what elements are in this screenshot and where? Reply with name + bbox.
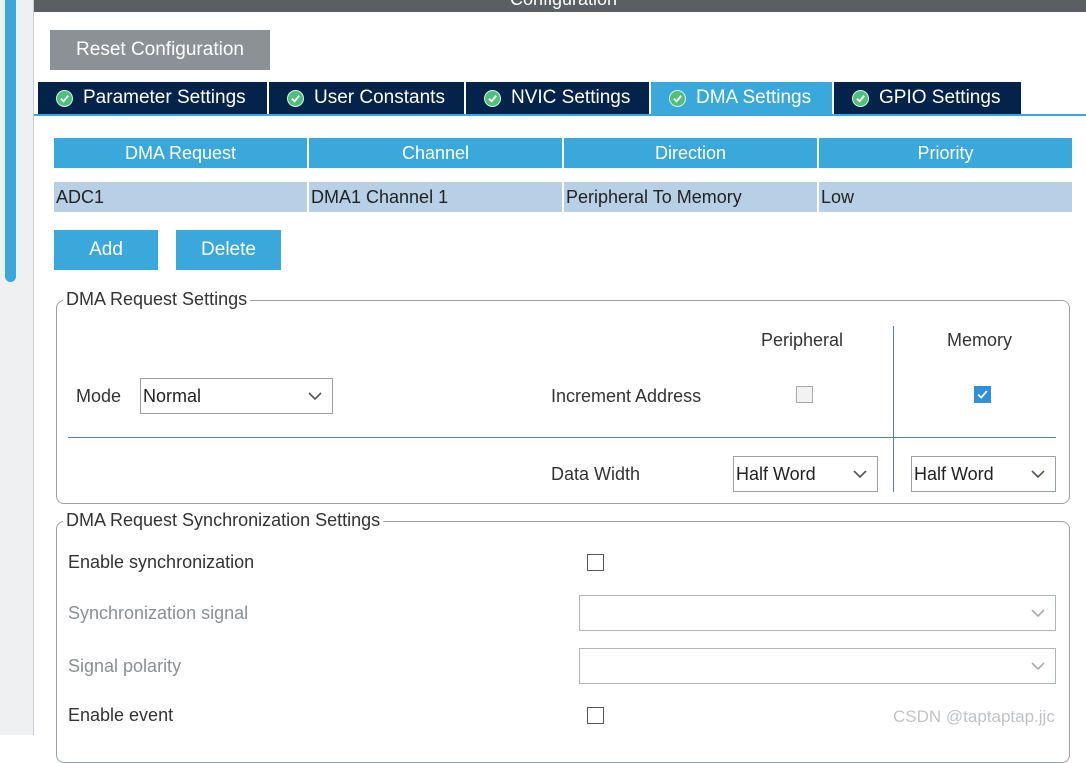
tab-label: Parameter Settings bbox=[83, 87, 246, 108]
memory-increment-checkbox[interactable] bbox=[974, 386, 991, 403]
reset-configuration-button[interactable]: Reset Configuration bbox=[50, 30, 270, 70]
tab-nvic-settings[interactable]: NVIC Settings bbox=[466, 82, 649, 114]
table-header: DMA Request Channel Direction Priority bbox=[54, 138, 1072, 168]
tab-label: User Constants bbox=[314, 87, 445, 108]
column-header-direction[interactable]: Direction bbox=[564, 138, 817, 168]
cell-direction[interactable]: Peripheral To Memory bbox=[564, 182, 817, 212]
peripheral-data-width-select[interactable]: Half Word bbox=[733, 456, 878, 492]
tab-label: DMA Settings bbox=[696, 87, 812, 108]
delete-button[interactable]: Delete bbox=[176, 230, 281, 270]
settings-tab-bar: Parameter Settings User Constants NVIC S… bbox=[38, 82, 1023, 114]
column-header-dma-request[interactable]: DMA Request bbox=[54, 138, 307, 168]
cell-channel[interactable]: DMA1 Channel 1 bbox=[309, 182, 562, 212]
check-circle-icon bbox=[287, 89, 304, 107]
table-row[interactable]: ADC1 DMA1 Channel 1 Peripheral To Memory… bbox=[54, 182, 1072, 212]
check-circle-icon bbox=[669, 89, 686, 107]
tab-label: GPIO Settings bbox=[879, 87, 1001, 108]
signal-polarity-label: Signal polarity bbox=[68, 656, 182, 676]
panel-divider bbox=[33, 0, 34, 735]
configuration-title-bar: Configuration bbox=[34, 0, 1086, 12]
tab-label: NVIC Settings bbox=[511, 87, 631, 108]
check-circle-icon bbox=[852, 89, 869, 107]
tab-dma-settings[interactable]: DMA Settings bbox=[651, 82, 832, 114]
add-button[interactable]: Add bbox=[54, 230, 158, 270]
check-circle-icon bbox=[484, 89, 501, 107]
chevron-down-icon bbox=[853, 470, 867, 479]
checkmark-icon bbox=[977, 390, 988, 399]
group-title: DMA Request Settings bbox=[63, 289, 251, 310]
column-header-priority[interactable]: Priority bbox=[819, 138, 1072, 168]
watermark: CSDN @taptaptap.jjc bbox=[893, 707, 1055, 726]
sync-signal-select[interactable] bbox=[579, 595, 1056, 631]
sync-signal-label: Synchronization signal bbox=[68, 603, 249, 623]
mode-value: Normal bbox=[143, 386, 202, 406]
tab-gpio-settings[interactable]: GPIO Settings bbox=[834, 82, 1021, 114]
chevron-down-icon bbox=[1031, 609, 1045, 618]
memory-column-header: Memory bbox=[947, 330, 1013, 350]
cell-priority[interactable]: Low bbox=[819, 182, 1072, 212]
peripheral-column-header: Peripheral bbox=[761, 330, 844, 350]
enable-sync-label: Enable synchronization bbox=[68, 552, 255, 572]
tab-underline bbox=[34, 114, 1086, 116]
column-header-channel[interactable]: Channel bbox=[309, 138, 562, 168]
chevron-down-icon bbox=[308, 392, 322, 401]
group-title: DMA Request Synchronization Settings bbox=[63, 510, 384, 531]
vertical-scrollbar-thumb[interactable] bbox=[5, 0, 16, 282]
mode-label: Mode bbox=[76, 386, 122, 406]
tab-user-constants[interactable]: User Constants bbox=[269, 82, 464, 114]
enable-event-label: Enable event bbox=[68, 705, 174, 725]
memory-width-value: Half Word bbox=[914, 464, 994, 484]
chevron-down-icon bbox=[1031, 662, 1045, 671]
row-divider bbox=[68, 437, 1056, 438]
chevron-down-icon bbox=[1031, 470, 1045, 479]
memory-data-width-select[interactable]: Half Word bbox=[911, 456, 1056, 492]
dma-request-table: DMA Request Channel Direction Priority A… bbox=[54, 138, 1072, 212]
column-divider bbox=[893, 326, 894, 492]
mode-select[interactable]: Normal bbox=[140, 378, 333, 414]
data-width-label: Data Width bbox=[551, 464, 641, 484]
enable-event-checkbox[interactable] bbox=[587, 707, 604, 724]
increment-address-label: Increment Address bbox=[551, 386, 702, 406]
peripheral-width-value: Half Word bbox=[736, 464, 816, 484]
enable-sync-checkbox[interactable] bbox=[587, 554, 604, 571]
window-title: Configuration bbox=[510, 0, 617, 10]
signal-polarity-select[interactable] bbox=[579, 648, 1056, 684]
cell-dma-request[interactable]: ADC1 bbox=[54, 182, 307, 212]
peripheral-increment-checkbox[interactable] bbox=[796, 386, 813, 403]
tab-parameter-settings[interactable]: Parameter Settings bbox=[38, 82, 267, 114]
check-circle-icon bbox=[56, 89, 73, 107]
